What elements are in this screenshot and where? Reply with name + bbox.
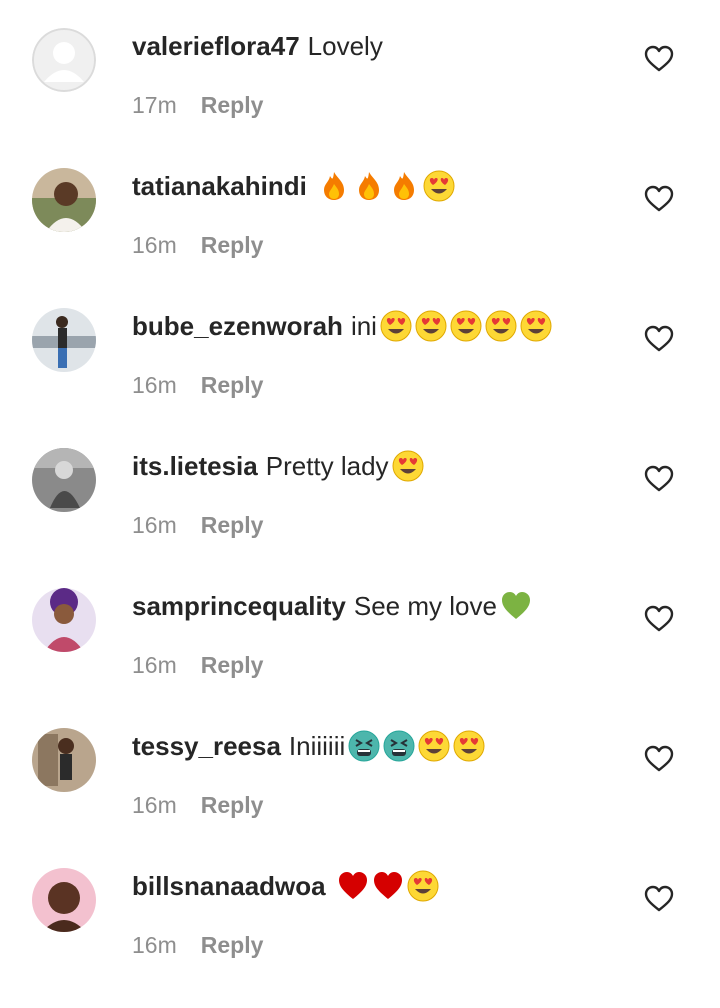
heart-eyes-icon (407, 870, 439, 902)
comment-text: Iniiiiii (288, 731, 346, 761)
fire-icon (388, 170, 420, 202)
reply-button[interactable]: Reply (201, 372, 264, 399)
fire-icon (318, 170, 350, 202)
comment-username[interactable]: bube_ezenworah (132, 308, 343, 344)
comment-username[interactable]: valerieflora47 (132, 28, 300, 64)
comment-item: tatianakahindi 16m Reply (0, 168, 720, 308)
like-button[interactable] (644, 184, 674, 214)
comment-username[interactable]: tatianakahindi (132, 168, 307, 204)
heart-outline-icon (644, 465, 674, 492)
comment-time: 16m (132, 791, 177, 818)
like-button[interactable] (644, 884, 674, 914)
reply-button[interactable]: Reply (201, 512, 264, 539)
like-button[interactable] (644, 604, 674, 634)
heart-outline-icon (644, 185, 674, 212)
comment-item: tessy_reesa Iniiiiii 16m Reply (0, 728, 720, 868)
comment-username[interactable]: billsnanaadwoa (132, 868, 326, 904)
tired-face-icon (348, 730, 380, 762)
avatar[interactable] (32, 728, 96, 792)
heart-eyes-icon (415, 310, 447, 342)
comments-list: valerieflora47 Lovely 17m Reply tatianak… (0, 0, 720, 964)
comment-item: valerieflora47 Lovely 17m Reply (0, 28, 720, 168)
like-button[interactable] (644, 44, 674, 74)
comment-item: billsnanaadwoa 16m Reply (0, 868, 720, 1008)
tired-face-icon (383, 730, 415, 762)
comment-time: 16m (132, 371, 177, 398)
heart-outline-icon (644, 885, 674, 912)
comment-time: 16m (132, 931, 177, 958)
comment-username[interactable]: tessy_reesa (132, 728, 281, 764)
like-button[interactable] (644, 744, 674, 774)
red-heart-icon (337, 870, 369, 902)
avatar[interactable] (32, 168, 96, 232)
avatar[interactable] (32, 308, 96, 372)
comment-time: 17m (132, 91, 177, 118)
red-heart-icon (372, 870, 404, 902)
green-heart-icon (500, 590, 532, 622)
heart-eyes-icon (392, 450, 424, 482)
avatar[interactable] (32, 28, 96, 92)
comment-text: Lovely (307, 31, 383, 61)
heart-outline-icon (644, 745, 674, 772)
comment-username[interactable]: samprincequality (132, 588, 346, 624)
reply-button[interactable]: Reply (201, 652, 264, 679)
comment-time: 16m (132, 511, 177, 538)
comment-time: 16m (132, 231, 177, 258)
heart-eyes-icon (485, 310, 517, 342)
heart-eyes-icon (418, 730, 450, 762)
reply-button[interactable]: Reply (201, 92, 264, 119)
like-button[interactable] (644, 464, 674, 494)
heart-eyes-icon (453, 730, 485, 762)
heart-eyes-icon (450, 310, 482, 342)
comment-text: ini (350, 311, 377, 341)
heart-outline-icon (644, 605, 674, 632)
comment-time: 16m (132, 651, 177, 678)
fire-icon (353, 170, 385, 202)
reply-button[interactable]: Reply (201, 232, 264, 259)
comment-text: See my love (353, 591, 497, 621)
avatar[interactable] (32, 868, 96, 932)
comment-text: Pretty lady (265, 451, 389, 481)
avatar[interactable] (32, 448, 96, 512)
heart-eyes-icon (520, 310, 552, 342)
reply-button[interactable]: Reply (201, 932, 264, 959)
heart-eyes-icon (423, 170, 455, 202)
heart-outline-icon (644, 45, 674, 72)
like-button[interactable] (644, 324, 674, 354)
comment-username[interactable]: its.lietesia (132, 448, 258, 484)
heart-outline-icon (644, 325, 674, 352)
comment-item: samprincequality See my love 16m Reply (0, 588, 720, 728)
reply-button[interactable]: Reply (201, 792, 264, 819)
avatar[interactable] (32, 588, 96, 652)
heart-eyes-icon (380, 310, 412, 342)
comment-item: its.lietesia Pretty lady 16m Reply (0, 448, 720, 588)
comment-item: bube_ezenworah ini 16m Reply (0, 308, 720, 448)
